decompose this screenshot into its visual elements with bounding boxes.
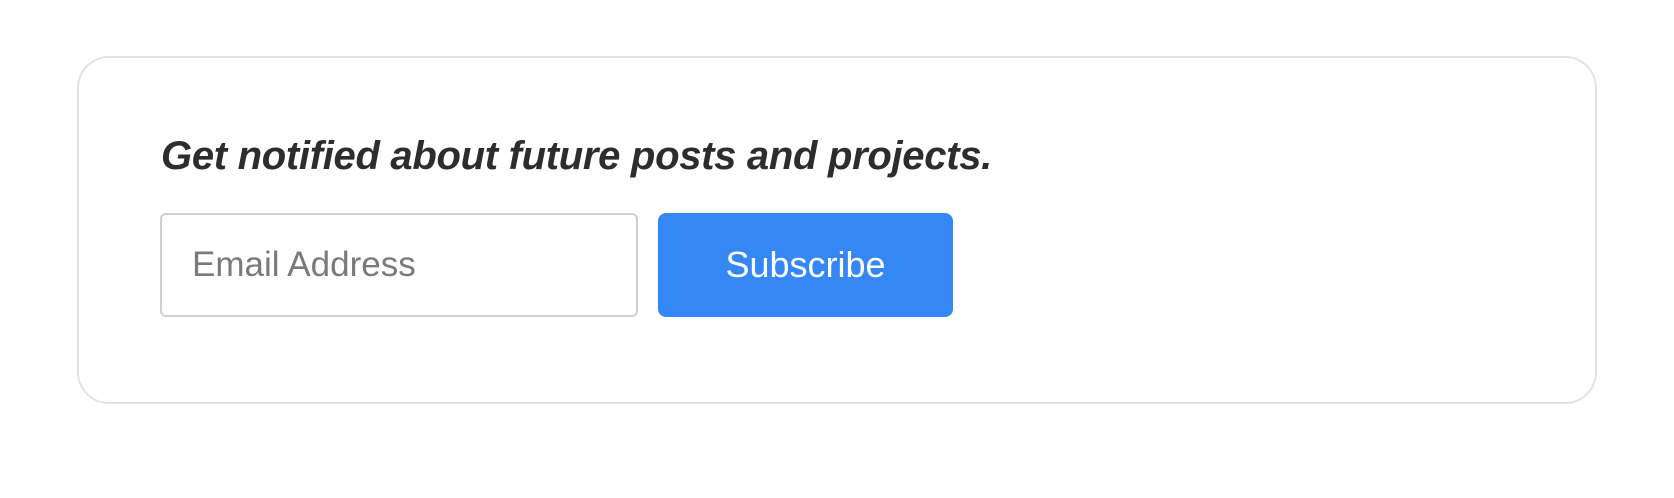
subscribe-form: Subscribe [160, 213, 953, 317]
newsletter-heading: Get notified about future posts and proj… [161, 134, 992, 178]
subscribe-button[interactable]: Subscribe [658, 213, 953, 317]
email-field[interactable] [160, 213, 638, 317]
newsletter-card: Get notified about future posts and proj… [77, 56, 1597, 404]
